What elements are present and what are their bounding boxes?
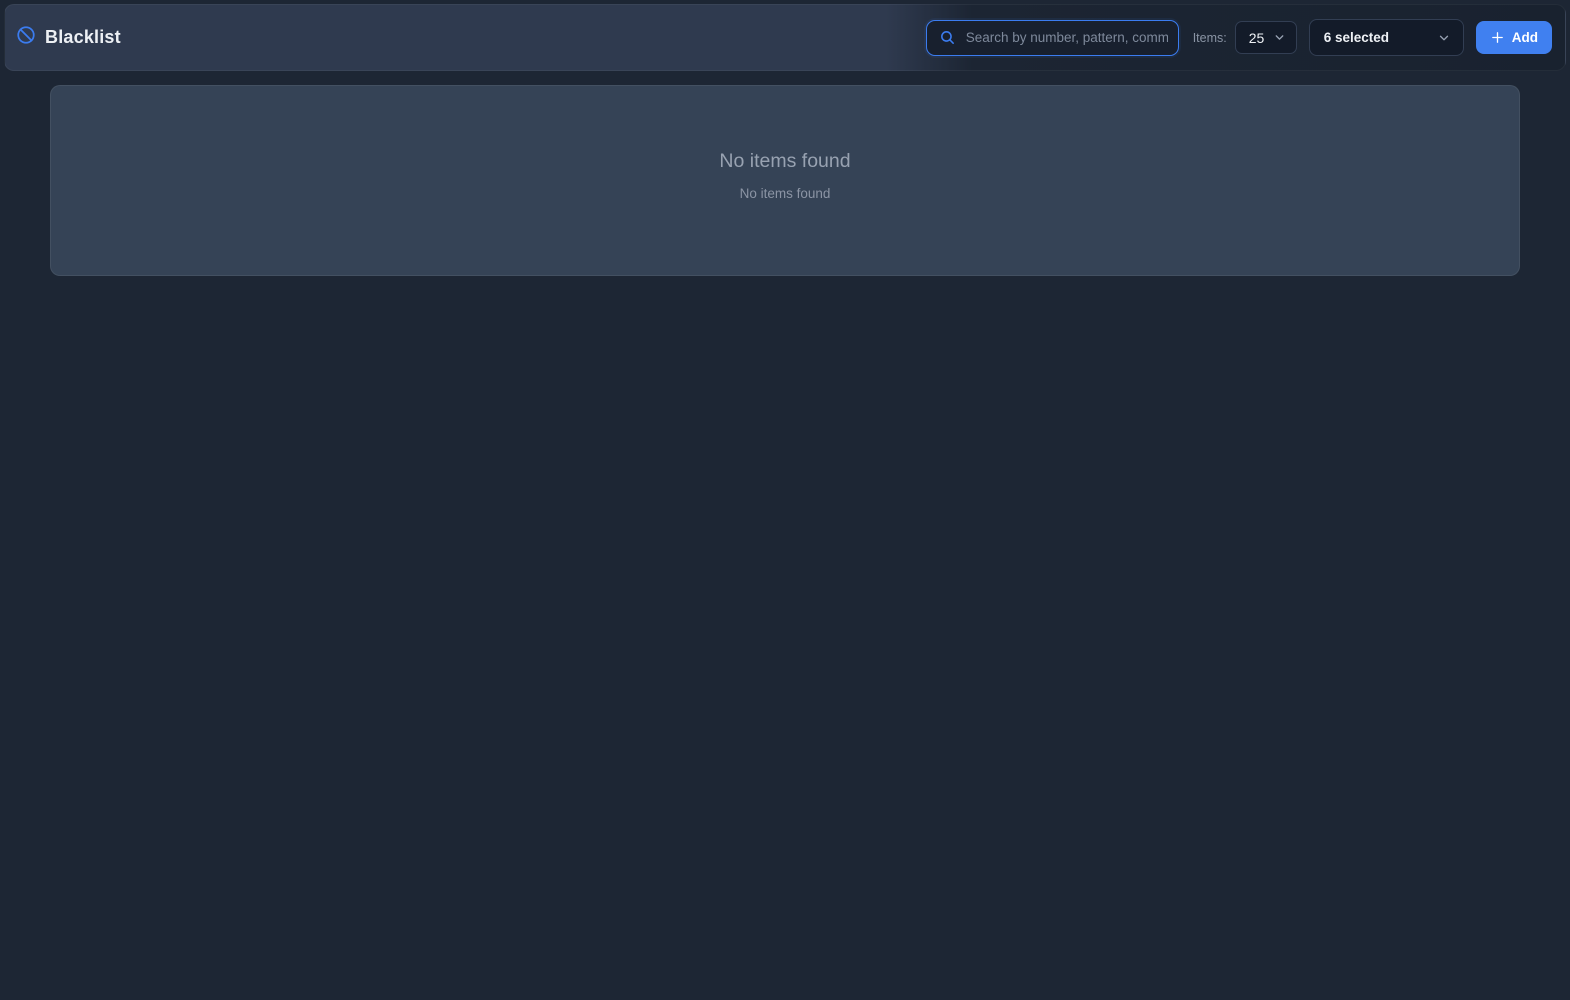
items-per-page-select[interactable]: 25 (1234, 21, 1297, 54)
search-icon (939, 29, 956, 46)
columns-select-value: 6 selected (1323, 30, 1390, 45)
chevron-down-icon (1437, 31, 1451, 45)
items-per-page-value: 25 (1248, 29, 1265, 46)
toolbar: Items: 25 6 selected (925, 19, 1552, 56)
search-input[interactable] (965, 30, 1168, 45)
empty-state-title: No items found (719, 150, 851, 172)
ban-icon (16, 25, 36, 50)
plus-icon (1490, 30, 1505, 45)
header: Blacklist Items: 25 6 selected (4, 4, 1566, 71)
chevron-down-icon (1273, 31, 1286, 44)
page-title: Blacklist (45, 27, 121, 47)
items-per-page-label: Items: (1192, 30, 1227, 45)
add-button[interactable]: Add (1475, 21, 1552, 54)
empty-state-subtitle: No items found (739, 186, 831, 201)
header-title-group: Blacklist (16, 25, 121, 50)
main-content: No items found No items found (0, 71, 1570, 276)
columns-select[interactable]: 6 selected (1308, 19, 1464, 56)
add-button-label: Add (1511, 30, 1538, 45)
search-box[interactable] (925, 19, 1179, 56)
empty-state-card: No items found No items found (50, 85, 1520, 276)
